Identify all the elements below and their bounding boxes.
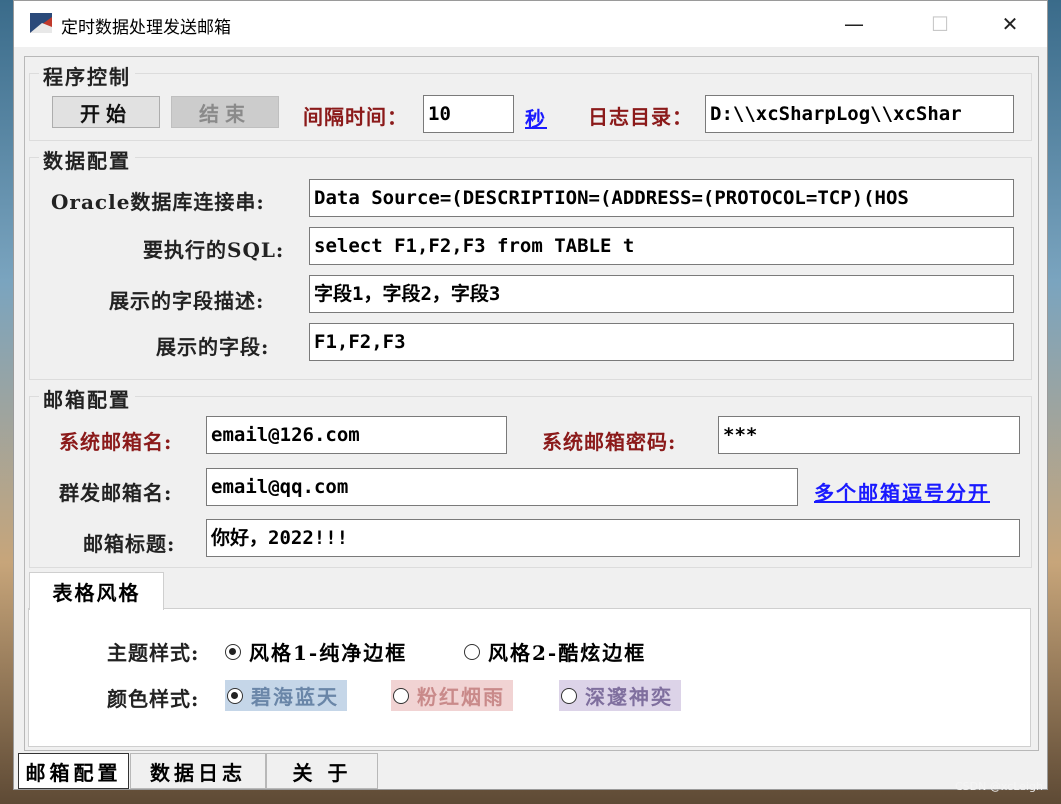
tab-data-log[interactable]: 数据日志 <box>130 753 266 789</box>
theme-style-label: 主题样式: <box>107 641 200 665</box>
tab-table-style[interactable]: 表格风格 <box>29 572 164 610</box>
seconds-link[interactable]: 秒 <box>525 103 547 132</box>
tab-about[interactable]: 关 于 <box>266 753 378 789</box>
mail-config-title: 邮箱配置 <box>39 384 135 413</box>
theme-option-2[interactable]: 风格2-酷炫边框 <box>464 637 646 666</box>
field-desc-input[interactable]: 字段1，字段2，字段3 <box>309 275 1014 313</box>
radio-icon <box>393 687 409 704</box>
color-option-deep-purple[interactable]: 深邃神奕 <box>559 680 681 711</box>
interval-input[interactable]: 10 <box>423 95 514 133</box>
radio-icon <box>225 643 241 660</box>
tab-mail-config[interactable]: 邮箱配置 <box>18 753 129 789</box>
theme-option-1[interactable]: 风格1-纯净边框 <box>225 637 407 666</box>
comma-separator-hint-link[interactable]: 多个邮箱逗号分开 <box>814 477 990 506</box>
app-icon <box>30 13 52 33</box>
interval-label: 间隔时间： <box>303 105 408 129</box>
color-option-1-label: 碧海蓝天 <box>251 685 339 709</box>
watermark-text: CSDN @xcLeigh <box>955 780 1043 793</box>
title-bar: 定时数据处理发送邮箱 — ☐ ✕ <box>14 1 1047 47</box>
theme-option-1-label: 风格1-纯净边框 <box>249 641 408 665</box>
color-style-label: 颜色样式: <box>107 687 200 711</box>
theme-option-2-label: 风格2-酷炫边框 <box>488 641 647 665</box>
sql-input[interactable]: select F1,F2,F3 from TABLE t <box>309 227 1014 265</box>
close-button[interactable]: ✕ <box>977 1 1043 47</box>
group-mail-label: 群发邮箱名: <box>59 481 173 505</box>
color-option-blue-sky[interactable]: 碧海蓝天 <box>225 680 347 711</box>
radio-icon <box>227 687 243 704</box>
oracle-label: Oracle数据库连接串: <box>51 190 265 214</box>
maximize-button: ☐ <box>931 12 949 36</box>
table-style-page: 主题样式: 风格1-纯净边框 风格2-酷炫边框 颜色样式: 碧海蓝天 粉红烟雨 … <box>28 608 1031 747</box>
group-mail-input[interactable]: email@qq.com <box>206 468 798 506</box>
log-dir-input[interactable]: D:\\xcSharpLog\\xcShar <box>705 95 1014 133</box>
subject-label: 邮箱标题: <box>83 532 176 556</box>
program-control-title: 程序控制 <box>39 61 135 90</box>
data-config-title: 数据配置 <box>39 145 135 174</box>
oracle-connection-input[interactable]: Data Source=(DESCRIPTION=(ADDRESS=(PROTO… <box>309 179 1014 217</box>
radio-icon <box>561 687 577 704</box>
color-option-2-label: 粉红烟雨 <box>417 685 505 709</box>
radio-icon <box>464 643 480 660</box>
sys-password-input[interactable]: *** <box>718 416 1020 454</box>
app-window: 定时数据处理发送邮箱 — ☐ ✕ 程序控制 开始 结束 间隔时间： 10 秒 日… <box>13 0 1048 790</box>
sys-password-label: 系统邮箱密码: <box>542 430 677 454</box>
fields-label: 展示的字段: <box>156 335 270 359</box>
subject-input[interactable]: 你好，2022!!! <box>206 519 1020 557</box>
field-desc-label: 展示的字段描述: <box>109 289 265 313</box>
window-title: 定时数据处理发送邮箱 <box>61 18 231 38</box>
color-option-pink-rain[interactable]: 粉红烟雨 <box>391 680 513 711</box>
sys-mail-input[interactable]: email@126.com <box>206 416 507 454</box>
stop-button: 结束 <box>171 96 279 128</box>
color-option-3-label: 深邃神奕 <box>585 685 673 709</box>
minimize-button[interactable]: — <box>821 1 887 47</box>
sql-label: 要执行的SQL: <box>143 238 285 262</box>
start-button[interactable]: 开始 <box>52 96 160 128</box>
fields-input[interactable]: F1,F2,F3 <box>309 323 1014 361</box>
log-dir-label: 日志目录： <box>588 105 693 129</box>
sys-mail-label: 系统邮箱名: <box>59 430 173 454</box>
